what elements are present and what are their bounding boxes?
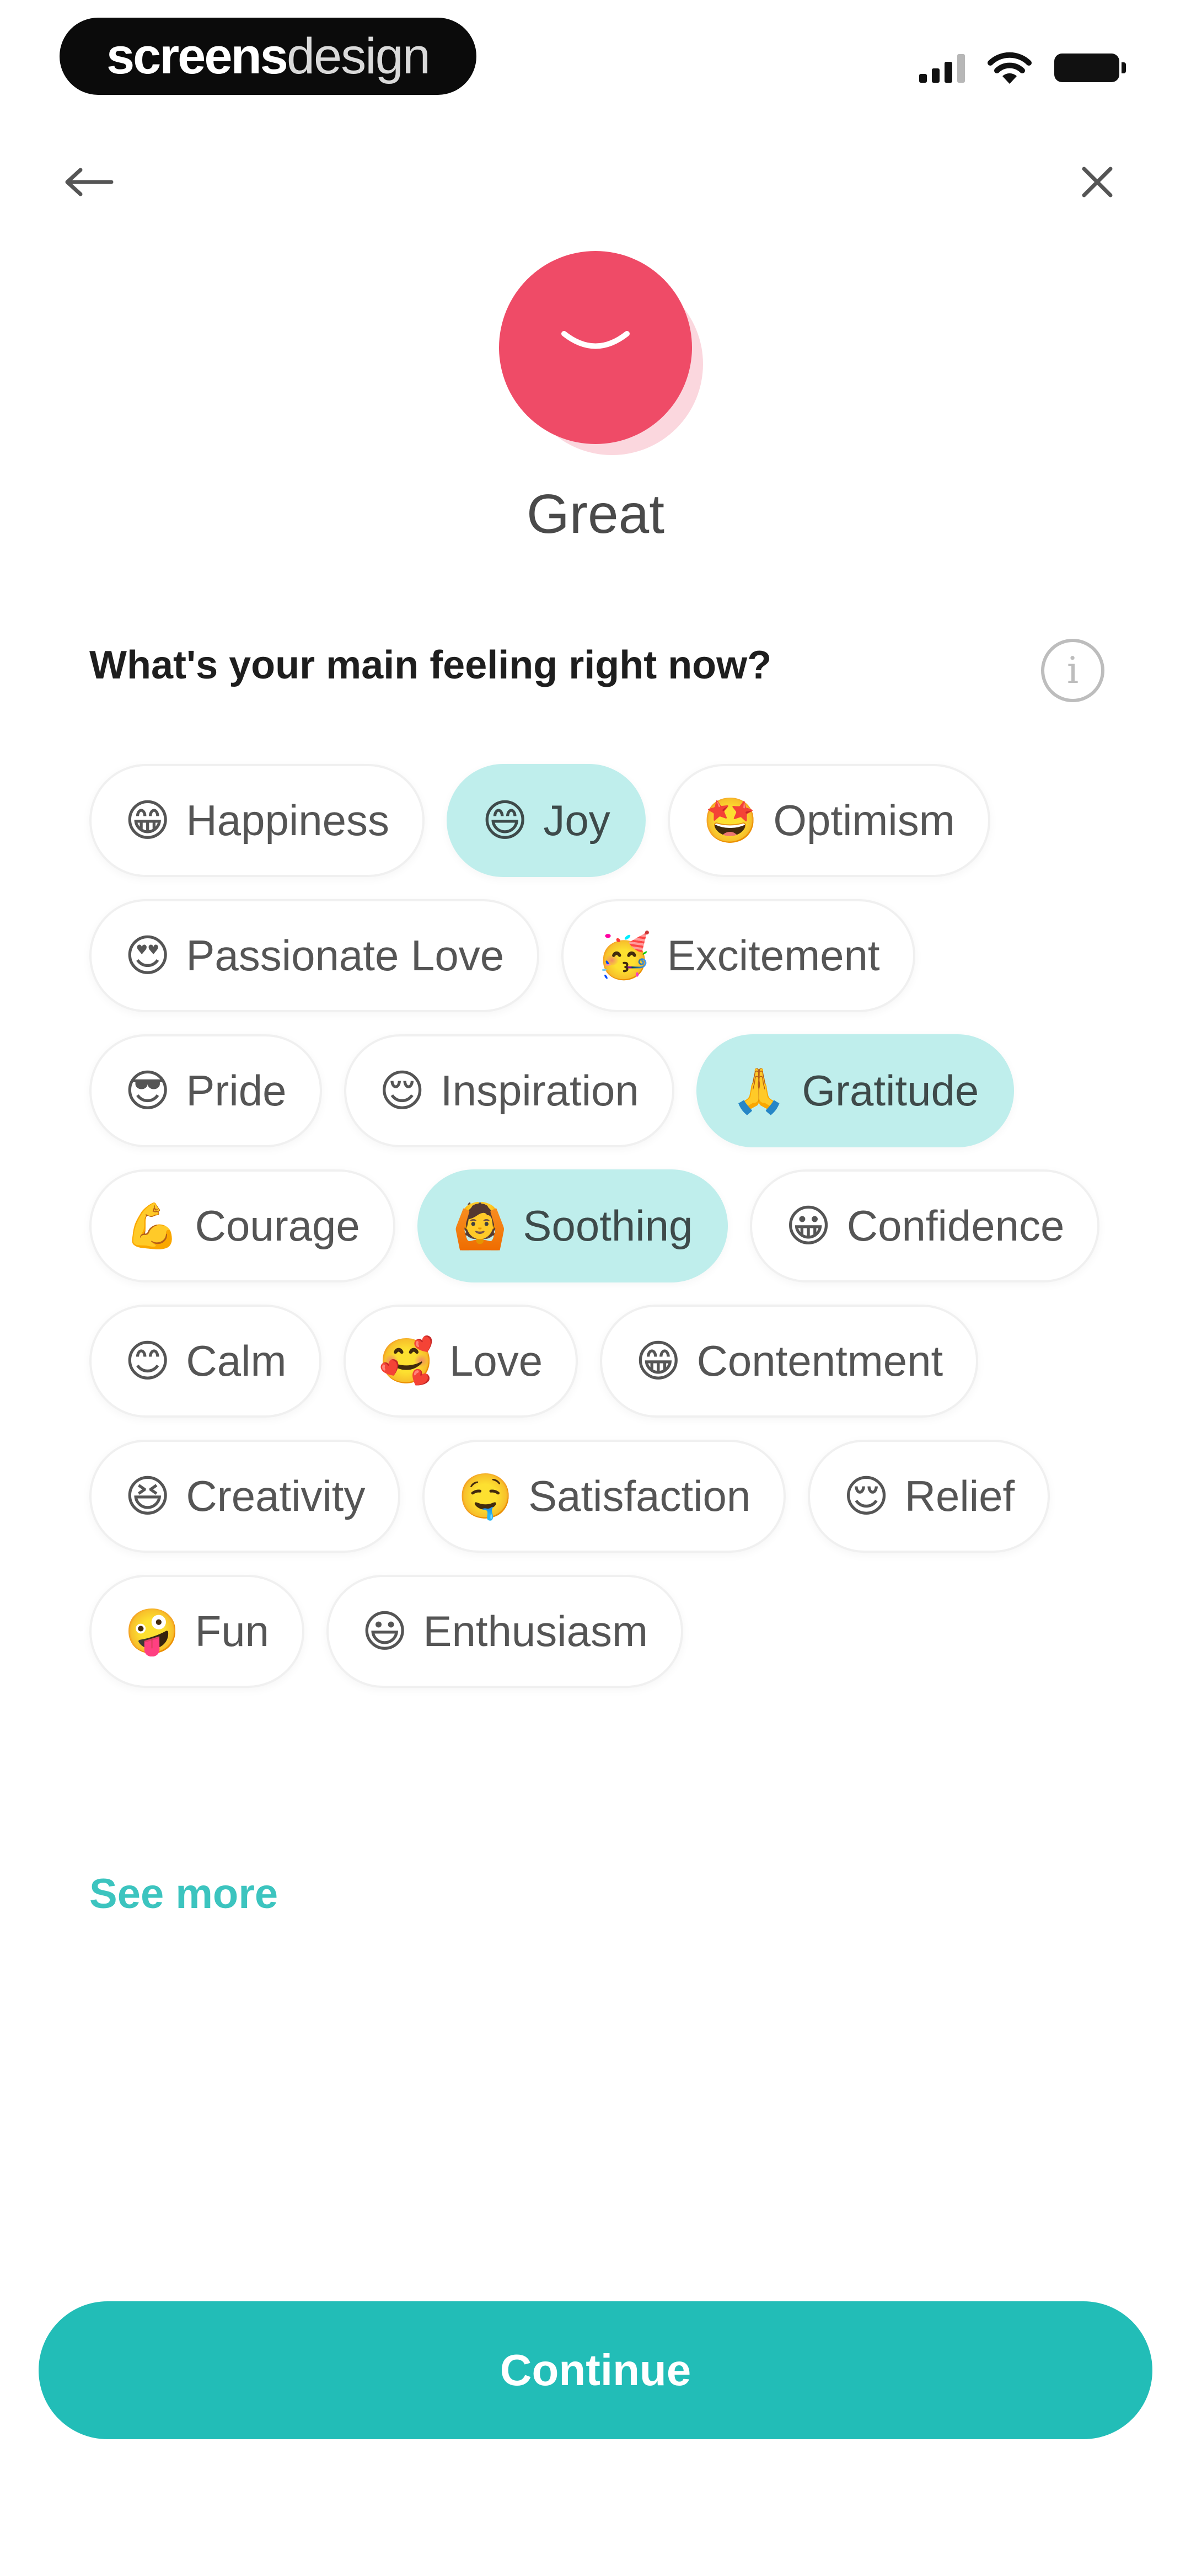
feeling-chip-courage[interactable]: 💪 Courage — [89, 1169, 395, 1282]
feeling-chip-label: Satisfaction — [528, 1472, 751, 1520]
emoji-icon: 🙆 — [452, 1200, 508, 1252]
feeling-chip-inspiration[interactable]: 😌 Inspiration — [344, 1034, 674, 1147]
emoji-icon: 🥳 — [597, 929, 652, 981]
feeling-chip-label: Soothing — [523, 1201, 693, 1250]
emoji-icon: 😄 — [481, 794, 528, 846]
smile-icon — [561, 331, 630, 349]
feeling-chip-list: 😁 Happiness 😄 Joy 🤩 Optimism 😍 Passionate Love 🥳… — [89, 764, 1115, 1688]
feeling-question: What's your main feeling right now? — [89, 643, 772, 687]
emoji-icon: 😃 — [362, 1605, 408, 1657]
battery-icon — [1054, 54, 1126, 82]
feeling-chip-gratitude[interactable]: 🙏 Gratitude — [696, 1034, 1015, 1147]
brand-logo: screens design — [60, 18, 476, 95]
feeling-chip-label: Excitement — [667, 931, 880, 980]
feeling-chip-label: Calm — [186, 1337, 287, 1385]
close-button[interactable] — [1064, 149, 1130, 215]
feeling-chip-label: Happiness — [186, 796, 389, 845]
feeling-chip-label: Passionate Love — [186, 931, 505, 980]
status-bar: screens design — [0, 0, 1191, 110]
emoji-icon: 😁 — [635, 1335, 682, 1387]
feeling-chip-soothing[interactable]: 🙆 Soothing — [417, 1169, 728, 1282]
feeling-chip-label: Inspiration — [440, 1066, 639, 1115]
feeling-chip-creativity[interactable]: 😆 Creativity — [89, 1440, 401, 1553]
emoji-icon: 🤤 — [458, 1470, 513, 1522]
feeling-chip-pride[interactable]: 😎 Pride — [89, 1034, 322, 1147]
close-icon — [1082, 167, 1113, 197]
cellular-signal-icon — [919, 53, 965, 83]
emoji-icon: 🤩 — [702, 794, 758, 846]
feeling-chip-confidence[interactable]: 😀 Confidence — [750, 1169, 1100, 1282]
wifi-icon — [988, 52, 1032, 84]
brand-logo-light: design — [286, 28, 431, 84]
feeling-chip-label: Creativity — [186, 1472, 366, 1520]
feeling-chip-calm[interactable]: 😊 Calm — [89, 1305, 322, 1418]
emoji-icon: 😊 — [125, 1335, 171, 1387]
emoji-icon: 😆 — [125, 1470, 171, 1522]
feeling-chip-label: Pride — [186, 1066, 287, 1115]
feeling-chip-label: Courage — [195, 1201, 360, 1250]
arrow-left-icon — [65, 168, 114, 196]
feeling-chip-happiness[interactable]: 😁 Happiness — [89, 764, 425, 877]
feeling-chip-satisfaction[interactable]: 🤤 Satisfaction — [422, 1440, 786, 1553]
emoji-icon: 🤪 — [125, 1605, 180, 1657]
emoji-icon: 😁 — [125, 794, 171, 846]
feeling-chip-relief[interactable]: 😌 Relief — [808, 1440, 1050, 1553]
feeling-chip-label: Fun — [195, 1607, 270, 1655]
feeling-chip-love[interactable]: 🥰 Love — [344, 1305, 578, 1418]
emoji-icon: 😀 — [785, 1200, 831, 1252]
feeling-chip-label: Gratitude — [802, 1066, 979, 1115]
feeling-chip-label: Love — [449, 1337, 543, 1385]
continue-button[interactable]: Continue — [39, 2301, 1152, 2439]
feeling-chip-fun[interactable]: 🤪 Fun — [89, 1575, 305, 1688]
feeling-chip-joy[interactable]: 😄 Joy — [446, 764, 646, 877]
feeling-chip-excitement[interactable]: 🥳 Excitement — [561, 899, 915, 1012]
back-button[interactable] — [55, 149, 121, 215]
info-icon[interactable]: i — [1041, 639, 1104, 702]
feeling-chip-optimism[interactable]: 🤩 Optimism — [667, 764, 990, 877]
emoji-icon: 😌 — [843, 1470, 889, 1522]
emoji-icon: 😍 — [125, 929, 171, 981]
feeling-chip-label: Joy — [543, 796, 610, 845]
feeling-chip-label: Confidence — [846, 1201, 1065, 1250]
feeling-chip-label: Optimism — [773, 796, 955, 845]
feeling-chip-passionate-love[interactable]: 😍 Passionate Love — [89, 899, 540, 1012]
feeling-chip-label: Relief — [904, 1472, 1015, 1520]
feeling-chip-label: Enthusiasm — [423, 1607, 648, 1655]
feeling-chip-contentment[interactable]: 😁 Contentment — [600, 1305, 979, 1418]
emoji-icon: 😌 — [379, 1065, 425, 1116]
emoji-icon: 💪 — [125, 1200, 180, 1252]
mood-label: Great — [526, 483, 665, 545]
see-more-link[interactable]: See more — [89, 1870, 278, 1918]
feeling-chip-enthusiasm[interactable]: 😃 Enthusiasm — [326, 1575, 683, 1688]
mood-face-icon — [499, 251, 692, 444]
emoji-icon: 😎 — [125, 1065, 171, 1116]
brand-logo-bold: screens — [106, 28, 288, 84]
status-icons — [919, 49, 1126, 87]
emoji-icon: 🥰 — [379, 1335, 434, 1387]
feeling-chip-label: Contentment — [696, 1337, 943, 1385]
emoji-icon: 🙏 — [731, 1065, 787, 1116]
